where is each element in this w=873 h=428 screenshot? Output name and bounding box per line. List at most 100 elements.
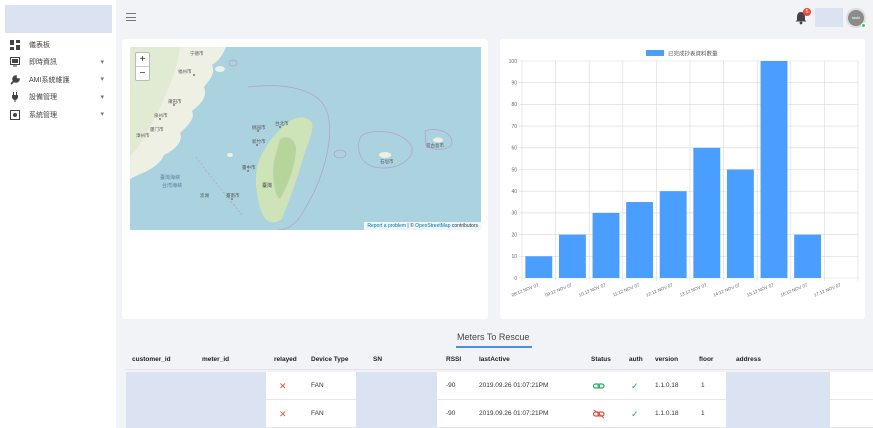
bar[interactable]	[525, 256, 553, 278]
zoom-in-button[interactable]: +	[136, 53, 149, 67]
bar[interactable]	[726, 169, 754, 279]
last-active-cell: 2019.09.26 01:07:21PM	[479, 410, 549, 417]
map-label: 莆田市	[168, 98, 182, 105]
header-auth[interactable]: auth	[629, 356, 643, 363]
sn-cell	[356, 400, 437, 428]
bar[interactable]	[794, 234, 822, 278]
map-tiles: 宁德市 福州市 莆田市 泉州市 漳州市 厦门市 台北市 桃园市 新竹市 臺中市 …	[130, 47, 453, 230]
link-icon[interactable]	[592, 372, 605, 400]
sidebar-item-label: 儀表板	[29, 41, 50, 49]
y-tick-label: 90	[511, 81, 517, 87]
map-label: 臺中市	[242, 164, 256, 171]
x-tick-label: 09:12 NOV 07	[544, 282, 573, 298]
settings-icon	[10, 109, 20, 120]
osm-link[interactable]: OpenStreetMap	[415, 223, 450, 229]
notification-badge: 5	[803, 8, 811, 16]
brand-logo[interactable]	[5, 5, 112, 33]
zoom-out-button[interactable]: −	[136, 67, 149, 81]
header-sn[interactable]: SN	[373, 356, 382, 363]
map-label: 台湾海峡	[162, 182, 182, 189]
bar[interactable]	[592, 212, 620, 278]
map-label: 福州市	[178, 68, 192, 75]
map-zoom-control: + −	[135, 52, 150, 81]
header-floor[interactable]: floor	[699, 356, 713, 363]
header-status[interactable]: Status	[591, 356, 611, 363]
auth-check-icon: ✓	[631, 381, 639, 391]
map-label: 臺灣	[262, 182, 272, 189]
header-address[interactable]: address	[736, 356, 761, 363]
sidebar-item-device[interactable]: 設備管理 ▾	[0, 89, 116, 107]
y-tick-label: 30	[511, 211, 517, 217]
header-device-type[interactable]: Device Type	[311, 356, 348, 363]
legend-swatch[interactable]	[646, 50, 664, 56]
topbar: 5 tashi	[116, 0, 873, 36]
header-meter-id[interactable]: meter_id	[202, 356, 229, 363]
table-header: customer_id meter_id relayed Device Type…	[126, 350, 873, 370]
map-label: 宮古島市	[426, 142, 444, 149]
y-tick-label: 80	[511, 102, 517, 108]
table-row[interactable]: ✕ FAN -90 2019.09.26 01:07:21PM ✓ 1.1.0.…	[126, 372, 873, 400]
bar[interactable]	[659, 191, 687, 278]
header-rssi[interactable]: RSSI	[446, 356, 461, 363]
wrench-icon	[10, 74, 20, 85]
table-row[interactable]: ✕ FAN -90 2019.09.26 01:07:21PM ✓ 1.1.0.…	[126, 400, 873, 428]
bar[interactable]	[626, 202, 654, 278]
relay-failed-icon: ✕	[279, 381, 287, 391]
customer-meter-id-cell	[126, 400, 266, 428]
meters-table-panel: Meters To Rescue customer_id meter_id re…	[116, 320, 873, 428]
x-tick-label: 13:12 NOV 07	[679, 282, 708, 298]
sidebar-item-realtime[interactable]: 即時資訊 ▾	[0, 54, 116, 72]
y-tick-label: 40	[511, 189, 517, 195]
x-tick-label: 14:12 NOV 07	[712, 282, 741, 298]
header-last-active[interactable]: lastActive	[479, 356, 510, 363]
menu-toggle-icon[interactable]	[126, 13, 136, 22]
map-label: 石垣市	[380, 158, 394, 165]
header-version[interactable]: version	[655, 356, 678, 363]
sidebar-item-dashboard[interactable]: 儀表板	[0, 36, 116, 54]
device-type-cell: FAN	[311, 410, 324, 417]
version-cell: 1.1.0.18	[655, 382, 679, 389]
sidebar-item-label: 即時資訊	[29, 59, 57, 67]
sidebar-item-label: 設備管理	[29, 94, 57, 102]
y-tick-label: 50	[511, 167, 517, 173]
address-cell	[726, 400, 830, 428]
map-label: 台北市	[275, 120, 289, 127]
unlink-icon[interactable]	[592, 400, 605, 428]
monitor-icon	[10, 57, 20, 67]
x-tick-label: 08:12 NOV 07	[511, 282, 540, 298]
header-relayed[interactable]: relayed	[274, 356, 297, 363]
map-label: 桃园市	[252, 124, 266, 131]
map-label: 澎湖	[200, 192, 209, 199]
map-label: 宁德市	[190, 50, 204, 57]
attribution-suffix: contributors	[450, 223, 478, 229]
last-active-cell: 2019.09.26 01:07:21PM	[479, 382, 549, 389]
header-customer-id[interactable]: customer_id	[132, 356, 171, 363]
online-status-dot	[861, 23, 866, 28]
x-tick-label: 10:12 NOV 07	[578, 282, 607, 298]
report-problem-link[interactable]: Report a problem	[367, 223, 406, 229]
tab-meters-to-rescue[interactable]: Meters To Rescue	[457, 332, 529, 342]
sidebar-item-ami[interactable]: AMI系統維護 ▾	[0, 71, 116, 89]
x-tick-label: 12:12 NOV 07	[645, 282, 674, 298]
bar[interactable]	[760, 61, 788, 278]
chevron-down-icon: ▾	[100, 76, 104, 83]
bar[interactable]	[693, 147, 721, 278]
legend-label[interactable]: 已完成抄表資料數量	[668, 50, 718, 58]
plug-icon	[10, 92, 20, 103]
map-attribution: Report a problem | © OpenStreetMap contr…	[364, 222, 481, 230]
sidebar-item-system[interactable]: 系統管理 ▾	[0, 106, 116, 124]
map-label: 厦门市	[150, 126, 164, 133]
sn-cell	[356, 372, 437, 400]
device-type-cell: FAN	[311, 382, 324, 389]
chevron-down-icon: ▾	[100, 111, 104, 118]
user-name-box[interactable]	[815, 8, 843, 27]
map-label: 臺南市	[226, 192, 240, 199]
bar-chart: 0 10 20 30 40 50 60 70 80 90 100 08:12 NOV 07 09:12…	[509, 50, 859, 298]
version-cell: 1.1.0.18	[655, 410, 679, 417]
floor-cell: 1	[701, 410, 705, 417]
y-tick-label: 10	[511, 254, 517, 260]
customer-meter-id-cell	[126, 372, 266, 400]
map-view[interactable]: 宁德市 福州市 莆田市 泉州市 漳州市 厦门市 台北市 桃园市 新竹市 臺中市 …	[130, 47, 481, 230]
bar[interactable]	[558, 234, 586, 278]
floor-cell: 1	[701, 382, 705, 389]
